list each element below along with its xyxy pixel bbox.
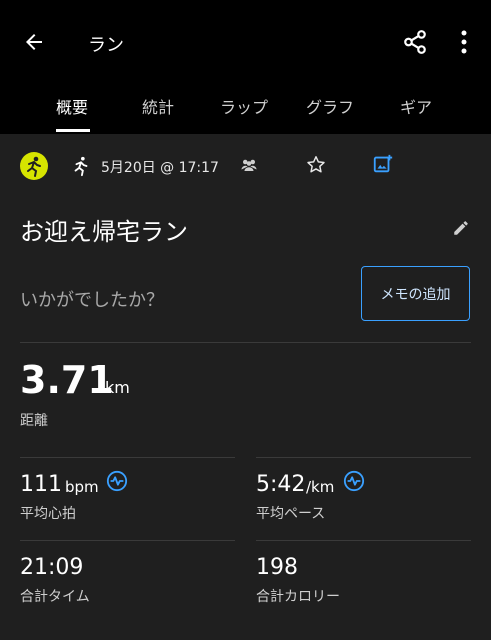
page-title: ラン <box>88 35 124 56</box>
tab-gear[interactable]: ギア <box>400 94 432 118</box>
distance-unit: km <box>105 378 130 397</box>
total-time-value: 21:09 <box>20 555 84 580</box>
activity-name: お迎え帰宅ラン <box>20 218 188 246</box>
tab-overview[interactable]: 概要 <box>56 94 88 118</box>
divider <box>20 540 235 541</box>
activity-datetime: 5月20日 @ 17:17 <box>101 160 219 176</box>
total-time-label: 合計タイム <box>20 589 90 605</box>
divider <box>256 540 471 541</box>
back-arrow-icon[interactable] <box>22 30 46 54</box>
divider <box>256 457 471 458</box>
pace-label: 平均ペース <box>256 506 326 522</box>
heart-rate-value: 111 <box>20 472 62 497</box>
divider <box>20 342 471 343</box>
tab-stats[interactable]: 統計 <box>142 94 174 118</box>
top-app-bar: ラン 概要 統計 ラップ グラフ ギア <box>0 0 491 134</box>
people-icon[interactable] <box>240 157 258 173</box>
activity-meta-row: 5月20日 @ 17:17 <box>0 148 491 184</box>
running-badge-icon <box>27 156 41 177</box>
add-photo-icon[interactable] <box>372 153 394 175</box>
activity-type-badge <box>20 152 48 180</box>
more-options-icon[interactable] <box>452 29 476 55</box>
share-icon[interactable] <box>402 29 428 55</box>
divider <box>20 457 235 458</box>
heart-rate-unit: bpm <box>65 478 99 496</box>
star-icon[interactable] <box>305 154 327 176</box>
calories-label: 合計カロリー <box>256 589 340 605</box>
tab-laps[interactable]: ラップ <box>220 94 268 118</box>
how-was-it-prompt: いかがでしたか？ <box>20 290 164 311</box>
tab-graphs[interactable]: グラフ <box>306 94 354 118</box>
heart-rate-chart-icon[interactable] <box>106 470 128 492</box>
calories-value: 198 <box>256 555 298 580</box>
running-icon <box>74 156 88 177</box>
add-memo-button[interactable]: メモの追加 <box>361 266 470 321</box>
pace-chart-icon[interactable] <box>343 470 365 492</box>
active-tab-indicator <box>56 129 90 132</box>
pace-value: 5:42 <box>256 472 306 497</box>
pace-unit: /km <box>306 478 335 496</box>
edit-pencil-icon[interactable] <box>452 219 470 237</box>
distance-label: 距離 <box>20 413 48 429</box>
tab-bar: 概要 統計 ラップ グラフ ギア <box>0 92 491 134</box>
distance-value: 3.71 <box>20 358 114 402</box>
heart-rate-label: 平均心拍 <box>20 506 76 522</box>
